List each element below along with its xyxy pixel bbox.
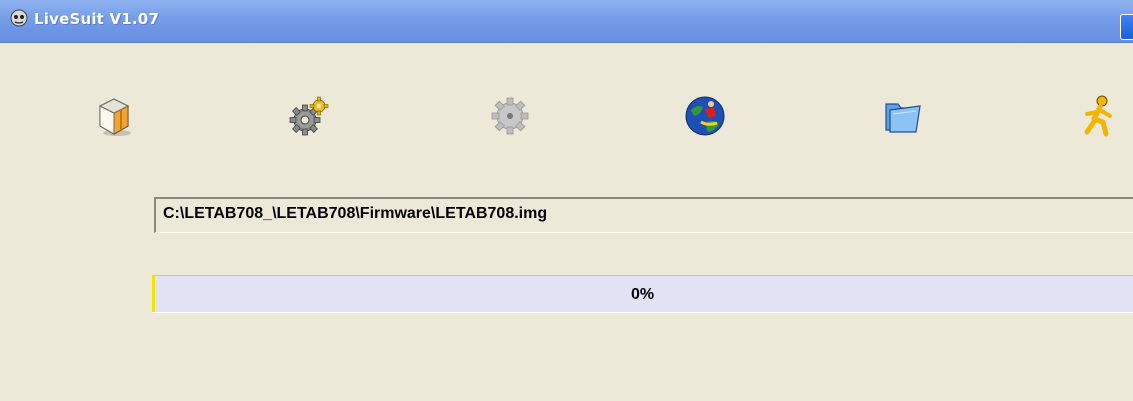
image-path-field[interactable]: C:\LETAB708_\LETAB708\Firmware\LETAB708.… — [154, 197, 1133, 233]
window-title: LiveSuit V1.07 — [34, 10, 160, 28]
app-icon — [10, 9, 28, 27]
gear-disabled-icon[interactable] — [484, 90, 536, 142]
main-panel: C:\LETAB708_\LETAB708\Firmware\LETAB708.… — [0, 43, 1133, 401]
globe-web-icon[interactable] — [679, 90, 731, 142]
image-path-value: C:\LETAB708_\LETAB708\Firmware\LETAB708.… — [163, 205, 548, 222]
progress-bar: 0% — [152, 275, 1133, 313]
running-man-exit-icon[interactable] — [1073, 90, 1125, 142]
package-box-icon[interactable] — [88, 90, 140, 142]
open-folder-icon[interactable] — [876, 90, 928, 142]
title-bar[interactable]: LiveSuit V1.07 — [0, 0, 1133, 43]
minimize-button[interactable] — [1120, 14, 1133, 40]
gears-settings-icon[interactable] — [283, 90, 335, 142]
progress-label: 0% — [630, 286, 655, 303]
